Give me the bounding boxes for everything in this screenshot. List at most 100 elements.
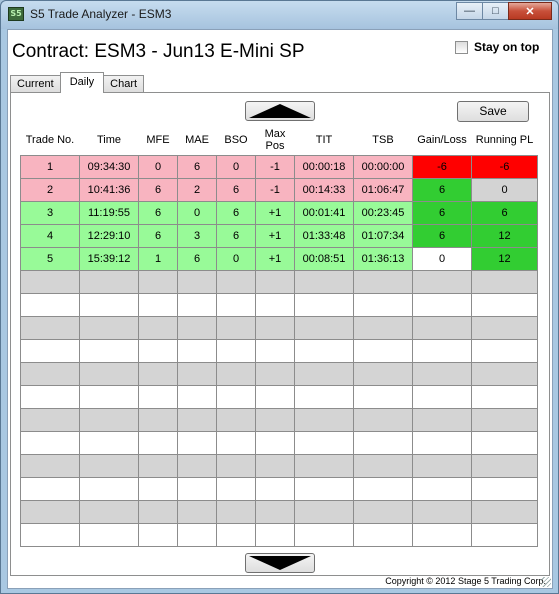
column-header[interactable]: Gain/Loss xyxy=(413,125,472,155)
save-button[interactable]: Save xyxy=(457,101,529,122)
table-row[interactable]: 2 10:41:36 6 2 6 -1 00:14:33 01:06:47 6 … xyxy=(20,177,538,202)
cell-tsb: 01:36:13 xyxy=(353,246,413,271)
cell-tit: 01:33:48 xyxy=(294,223,354,248)
cell-bso: 6 xyxy=(216,223,256,248)
cell-tit: 00:00:18 xyxy=(294,154,354,179)
tab-daily[interactable]: Daily xyxy=(59,72,105,93)
scroll-down-button[interactable] xyxy=(245,553,315,573)
cell-max-pos: -1 xyxy=(255,154,295,179)
empty-row xyxy=(20,361,538,386)
cell-time: 15:39:12 xyxy=(79,246,139,271)
cell-trade-no: 3 xyxy=(20,200,80,225)
cell-running-pl: -6 xyxy=(471,154,538,179)
empty-row xyxy=(20,384,538,409)
cell-time: 11:19:55 xyxy=(79,200,139,225)
stay-on-top-checkbox[interactable] xyxy=(455,40,468,54)
cell-gain-loss: 6 xyxy=(412,200,472,225)
cell-bso: 0 xyxy=(216,154,256,179)
app-icon: S5 xyxy=(8,7,24,21)
tab-strip: Current Daily Chart xyxy=(10,72,145,93)
cell-mfe: 6 xyxy=(138,223,178,248)
cell-mae: 2 xyxy=(177,177,217,202)
client-area: Contract: ESM3 - Jun13 E-Mini SP Stay on… xyxy=(7,29,553,589)
empty-row xyxy=(20,292,538,317)
cell-bso: 6 xyxy=(216,177,256,202)
contract-title: Contract: ESM3 - Jun13 E-Mini SP xyxy=(12,41,305,62)
tab-chart[interactable]: Chart xyxy=(103,75,145,93)
close-icon: ✕ xyxy=(525,5,535,18)
empty-row xyxy=(20,269,538,294)
column-header[interactable]: BSO xyxy=(217,125,256,155)
column-header[interactable]: MFE xyxy=(139,125,178,155)
cell-mfe: 6 xyxy=(138,200,178,225)
stay-on-top-control[interactable]: Stay on top xyxy=(455,40,539,54)
minimize-button[interactable]: — xyxy=(456,2,483,20)
caption-buttons: — □ ✕ xyxy=(456,2,552,20)
cell-tit: 00:01:41 xyxy=(294,200,354,225)
column-header[interactable]: Running PL xyxy=(472,125,538,155)
cell-gain-loss: 6 xyxy=(412,177,472,202)
maximize-icon: □ xyxy=(492,5,499,17)
cell-running-pl: 12 xyxy=(471,246,538,271)
table-header-row: Trade No. Time MFE MAE BSO Max Pos TIT T… xyxy=(21,125,538,155)
cell-running-pl: 0 xyxy=(471,177,538,202)
cell-max-pos: +1 xyxy=(255,223,295,248)
close-button[interactable]: ✕ xyxy=(508,2,552,20)
cell-mae: 0 xyxy=(177,200,217,225)
maximize-button[interactable]: □ xyxy=(482,2,509,20)
cell-tsb: 00:00:00 xyxy=(353,154,413,179)
trade-table: Trade No. Time MFE MAE BSO Max Pos TIT T… xyxy=(20,125,538,547)
cell-tsb: 01:07:34 xyxy=(353,223,413,248)
table-row[interactable]: 4 12:29:10 6 3 6 +1 01:33:48 01:07:34 6 … xyxy=(20,223,538,248)
scroll-up-button[interactable] xyxy=(245,101,315,121)
arrow-up-icon xyxy=(249,104,311,118)
minimize-icon: — xyxy=(464,5,475,17)
copyright-text: Copyright © 2012 Stage 5 Trading Corp. xyxy=(385,576,546,586)
cell-mfe: 6 xyxy=(138,177,178,202)
empty-row xyxy=(20,338,538,363)
column-header[interactable]: Time xyxy=(80,125,139,155)
cell-mae: 6 xyxy=(177,246,217,271)
cell-gain-loss: 6 xyxy=(412,223,472,248)
cell-tit: 00:14:33 xyxy=(294,177,354,202)
cell-tit: 00:08:51 xyxy=(294,246,354,271)
cell-time: 09:34:30 xyxy=(79,154,139,179)
empty-row xyxy=(20,476,538,501)
column-header[interactable]: Max Pos xyxy=(256,125,295,155)
cell-mfe: 0 xyxy=(138,154,178,179)
empty-row xyxy=(20,522,538,547)
empty-row xyxy=(20,453,538,478)
cell-mae: 6 xyxy=(177,154,217,179)
cell-max-pos: -1 xyxy=(255,177,295,202)
resize-grip-icon[interactable] xyxy=(541,577,551,587)
table-row[interactable]: 3 11:19:55 6 0 6 +1 00:01:41 00:23:45 6 … xyxy=(20,200,538,225)
column-header[interactable]: TIT xyxy=(295,125,354,155)
arrow-down-icon xyxy=(249,556,311,570)
column-header[interactable]: Trade No. xyxy=(21,125,80,155)
stay-on-top-label: Stay on top xyxy=(474,40,540,54)
app-window: S5 S5 Trade Analyzer - ESM3 — □ ✕ Contra… xyxy=(0,0,559,594)
cell-mae: 3 xyxy=(177,223,217,248)
tab-current[interactable]: Current xyxy=(10,75,61,93)
empty-row xyxy=(20,430,538,455)
cell-tsb: 00:23:45 xyxy=(353,200,413,225)
cell-trade-no: 2 xyxy=(20,177,80,202)
empty-row xyxy=(20,499,538,524)
cell-bso: 0 xyxy=(216,246,256,271)
cell-running-pl: 12 xyxy=(471,223,538,248)
column-header[interactable]: TSB xyxy=(354,125,413,155)
window-title: S5 Trade Analyzer - ESM3 xyxy=(30,7,172,21)
cell-time: 10:41:36 xyxy=(79,177,139,202)
cell-gain-loss: 0 xyxy=(412,246,472,271)
table-row[interactable]: 5 15:39:12 1 6 0 +1 00:08:51 01:36:13 0 … xyxy=(20,246,538,271)
cell-time: 12:29:10 xyxy=(79,223,139,248)
title-bar[interactable]: S5 S5 Trade Analyzer - ESM3 — □ ✕ xyxy=(1,1,558,29)
cell-bso: 6 xyxy=(216,200,256,225)
cell-gain-loss: -6 xyxy=(412,154,472,179)
column-header[interactable]: MAE xyxy=(178,125,217,155)
empty-row xyxy=(20,407,538,432)
cell-trade-no: 4 xyxy=(20,223,80,248)
cell-trade-no: 5 xyxy=(20,246,80,271)
table-row[interactable]: 1 09:34:30 0 6 0 -1 00:00:18 00:00:00 -6… xyxy=(20,154,538,179)
cell-tsb: 01:06:47 xyxy=(353,177,413,202)
